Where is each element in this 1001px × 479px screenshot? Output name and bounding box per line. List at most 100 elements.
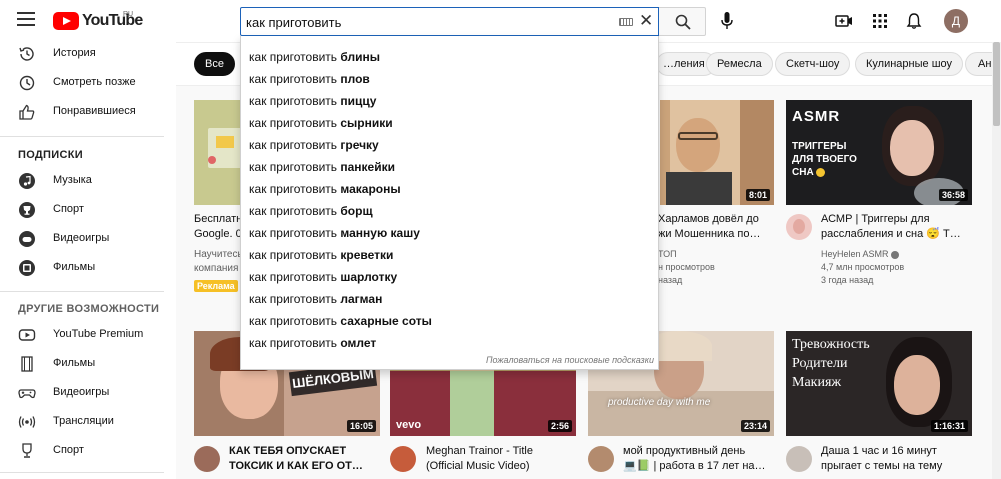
video-thumbnail[interactable]: Тревожность Родители Макияж 1:16:31 [786,331,972,436]
user-avatar[interactable]: Д [944,9,968,33]
video-title-line: Бесплатн [194,213,243,225]
chip-sketch-show[interactable]: Скетч-шоу [775,52,851,76]
suggestion-item[interactable]: как приготовить макароны [241,178,658,200]
suggestion-prefix: как приготовить [249,226,341,240]
sidebar-item-liked[interactable]: Понравившиеся [0,97,176,126]
video-title[interactable]: КАК ТЕБЯ ОПУСКАЕТ ТОКСИК И КАК ЕГО ОТ… [229,444,379,474]
suggestion-completion: омлет [340,336,377,350]
sidebar-item-live[interactable]: Трансляции [0,407,176,436]
sidebar-item-label: YouTube Premium [53,328,144,340]
sidebar-item-sports[interactable]: Спорт [0,436,176,465]
report-suggestions-link[interactable]: Пожаловаться на поисковые подсказки [486,355,654,365]
suggestion-item[interactable]: как приготовить панкейки [241,156,658,178]
suggestion-prefix: как приготовить [249,94,341,108]
channel-avatar[interactable] [786,214,812,240]
menu-icon[interactable] [17,12,35,28]
sidebar-divider [0,136,164,137]
suggestion-item[interactable]: как приготовить блины [241,46,658,68]
sidebar-item-label: История [53,47,96,59]
video-duration: 8:01 [745,189,770,201]
create-video-icon[interactable] [835,12,853,30]
sidebar-item-premium[interactable]: YouTube Premium [0,320,176,349]
video-title[interactable]: мой продуктивный день 💻📗 | работа в 17 л… [623,444,773,474]
channel-avatar[interactable] [390,446,416,472]
history-icon [19,47,34,61]
suggestion-item[interactable]: как приготовить креветки [241,244,658,266]
suggestion-item[interactable]: как приготовить плов [241,68,658,90]
sidebar-item-games[interactable]: Видеоигры [0,378,176,407]
video-title-line: жи Мошенника по… [658,228,761,240]
video-title[interactable]: Даша 1 час и 16 минут прыгает с темы на … [821,444,971,474]
scrollbar-thumb[interactable] [993,42,1000,126]
suggestion-completion: макароны [340,182,401,196]
suggestion-item[interactable]: как приготовить пиццу [241,90,658,112]
close-icon[interactable]: ✕ [639,11,653,31]
notifications-bell-icon[interactable] [905,12,923,30]
video-thumbnail[interactable]: 8:01 [660,100,774,205]
video-meta: HeyHelen ASMR 4,7 млн просмотров 3 года … [821,248,971,287]
suggestion-completion: панкейки [340,160,395,174]
sidebar-item-label: Трансляции [53,415,114,427]
sidebar-item-films[interactable]: Фильмы [0,349,176,378]
page-scrollbar[interactable] [992,42,1001,479]
suggestion-item[interactable]: как приготовить гречку [241,134,658,156]
sidebar-item-watch-later[interactable]: Смотреть позже [0,68,176,97]
suggestion-item[interactable]: как приготовить сырники [241,112,658,134]
suggestion-item[interactable]: как приготовить борщ [241,200,658,222]
sidebar-item-label: Понравившиеся [53,105,136,117]
sidebar-divider [0,291,164,292]
sidebar-item-gaming[interactable]: Видеоигры [0,224,176,253]
keyboard-icon[interactable] [619,18,633,26]
video-duration: 2:56 [547,420,572,432]
channel-name: HeyHelen ASMR [821,249,889,259]
suggestion-completion: шарлотку [340,270,398,284]
suggestion-item[interactable]: как приготовить лагман [241,288,658,310]
thumbnail-text-line: СНА [792,167,814,178]
ad-description: Научитесь [194,249,243,260]
channel-avatar[interactable] [588,446,614,472]
youtube-premium-icon [18,329,36,341]
voice-search-button[interactable] [713,7,741,35]
suggestion-prefix: как приготовить [249,336,341,350]
suggestion-prefix: как приготовить [249,138,341,152]
apps-grid-icon[interactable] [871,12,889,30]
suggestion-prefix: как приготовить [249,292,341,306]
channel-avatar[interactable] [786,446,812,472]
video-title-line: мой продуктивный день [623,445,746,457]
sidebar-item-label: Смотреть позже [53,76,136,88]
sidebar-item-movies[interactable]: Фильмы [0,253,176,282]
video-thumbnail[interactable]: ASMR ТРИГГЕРЫ ДЛЯ ТВОЕГО СНА 36:58 [786,100,972,205]
suggestion-item[interactable]: как приготовить сахарные соты [241,310,658,332]
chip-cooking-shows[interactable]: Кулинарные шоу [855,52,964,76]
chip-all[interactable]: Все [194,52,235,76]
suggestion-completion: плов [340,72,370,86]
video-title-line: (Official Music Video) [426,460,530,472]
region-label: RU [123,11,134,18]
thumbnail-text: ASMR [792,108,841,125]
ad-description: компания [194,263,239,274]
video-title[interactable]: Meghan Trainor - Title (Official Music V… [426,444,576,474]
thumbnail-text: Тревожность Родители Макияж [792,335,870,392]
video-duration: 36:58 [938,189,968,201]
channel-avatar[interactable] [194,446,220,472]
search-input[interactable] [246,12,606,32]
sidebar-item-music[interactable]: Музыка [0,166,176,195]
live-broadcast-icon [18,416,36,428]
suggestion-completion: борщ [340,204,373,218]
search-button[interactable] [659,7,706,36]
ad-badge: Реклама [194,280,238,292]
sidebar-item-sport[interactable]: Спорт [0,195,176,224]
thumbnail-text-line: Родители [792,356,848,371]
video-title[interactable]: АСМР | Триггеры для расслабления и сна 😴… [821,212,971,242]
suggestion-item[interactable]: как приготовить омлет [241,332,658,354]
upload-date: назад [658,275,683,285]
video-title-line: Google. 0- [194,228,246,240]
suggestion-item[interactable]: как приготовить манную кашу [241,222,658,244]
thumbnail-text: vevo [396,419,422,431]
search-box[interactable]: ✕ [240,7,659,36]
video-meta: ТОП н просмотров назад [658,248,808,287]
search-icon [675,14,691,30]
suggestion-item[interactable]: как приготовить шарлотку [241,266,658,288]
chip-crafts[interactable]: Ремесла [706,52,773,76]
sidebar-item-history[interactable]: История [0,39,176,68]
